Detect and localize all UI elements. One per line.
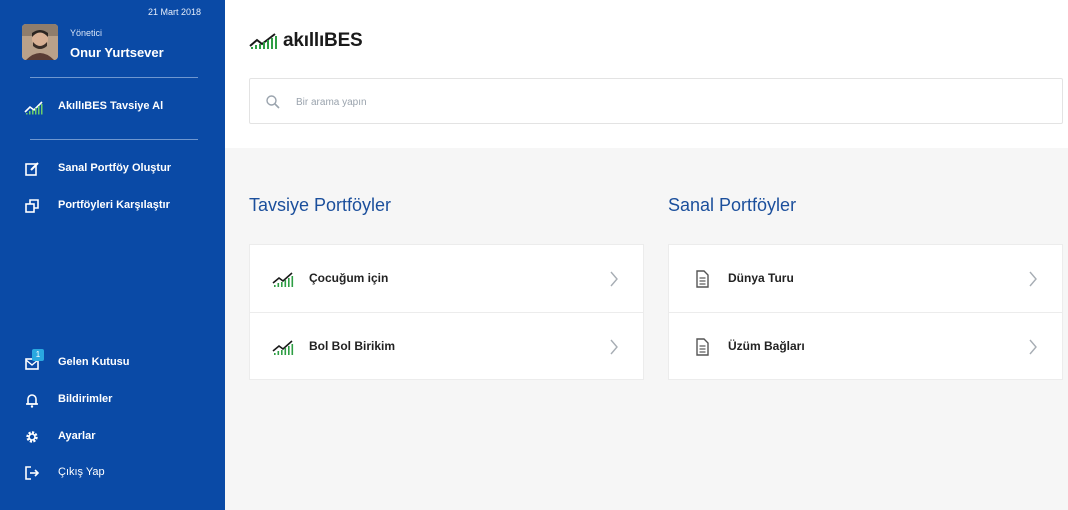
- avatar[interactable]: [22, 24, 58, 60]
- sidebar-item-tavsiye-al[interactable]: AkıllıBES Tavsiye Al: [0, 96, 225, 118]
- section-title-sanal: Sanal Portföyler: [668, 195, 797, 215]
- list-item-label: Bol Bol Birikim: [309, 339, 396, 353]
- list-item[interactable]: Çocuğum için: [250, 245, 643, 312]
- section-title-tavsiye: Tavsiye Portföyler: [249, 195, 392, 215]
- logo-text: akıllıBES: [283, 30, 363, 51]
- sidebar-item-bildirimler[interactable]: Bildirimler: [0, 389, 225, 411]
- logo-chart-icon: [249, 33, 277, 49]
- list-item-label: Dünya Turu: [728, 271, 794, 285]
- sidebar: 21 Mart 2018 Yönetici Onur Yurtsever Akı…: [0, 0, 225, 510]
- document-icon: [696, 270, 709, 288]
- search-input[interactable]: [294, 91, 1038, 113]
- chevron-right-icon: [1029, 339, 1037, 355]
- divider: [30, 139, 198, 140]
- bell-icon: [24, 392, 40, 408]
- gear-icon: [24, 429, 40, 445]
- sidebar-item-gelen-kutusu[interactable]: 1 Gelen Kutusu: [0, 349, 225, 374]
- list-item[interactable]: Üzüm Bağları: [669, 312, 1062, 380]
- sidebar-item-cikis-yap[interactable]: Çıkış Yap: [0, 462, 225, 484]
- sidebar-item-label: Bildirimler: [58, 393, 113, 405]
- recommended-portfolio-list: Çocuğum için Bol Bol Birikim: [249, 244, 644, 380]
- main-content: akıllıBES Tavsiye Portföyler Çocuğum içi…: [225, 0, 1068, 510]
- trend-chart-icon: [24, 99, 43, 115]
- sidebar-item-label: Çıkış Yap: [58, 466, 105, 478]
- trend-chart-icon: [272, 272, 294, 287]
- sidebar-item-label: Gelen Kutusu: [58, 356, 130, 368]
- trend-chart-icon: [272, 340, 294, 355]
- current-date: 21 Mart 2018: [147, 7, 201, 17]
- chevron-right-icon: [610, 339, 618, 355]
- copy-icon: [24, 198, 40, 214]
- sidebar-item-label: Ayarlar: [58, 430, 96, 442]
- app-logo[interactable]: akıllıBES: [249, 30, 363, 52]
- search-bar: [249, 78, 1063, 124]
- edit-icon: [24, 161, 40, 177]
- chevron-right-icon: [610, 271, 618, 287]
- user-name: Onur Yurtsever: [70, 45, 164, 60]
- sidebar-item-label: Portföyleri Karşılaştır: [58, 199, 170, 211]
- sidebar-item-portfoyleri-karsilastir[interactable]: Portföyleri Karşılaştır: [0, 195, 225, 217]
- list-item[interactable]: Dünya Turu: [669, 245, 1062, 312]
- list-item[interactable]: Bol Bol Birikim: [250, 312, 643, 380]
- document-icon: [696, 338, 709, 356]
- list-item-label: Üzüm Bağları: [728, 339, 805, 353]
- sidebar-item-sanal-portfoy-olustur[interactable]: Sanal Portföy Oluştur: [0, 158, 225, 180]
- virtual-portfolio-list: Dünya Turu Üzüm Bağları: [668, 244, 1063, 380]
- header: akıllıBES: [225, 0, 1068, 148]
- divider: [30, 77, 198, 78]
- logout-icon: [24, 465, 40, 481]
- unread-badge: 1: [32, 349, 44, 361]
- sidebar-item-ayarlar[interactable]: Ayarlar: [0, 426, 225, 448]
- chevron-right-icon: [1029, 271, 1037, 287]
- list-item-label: Çocuğum için: [309, 271, 389, 285]
- sidebar-item-label: AkıllıBES Tavsiye Al: [58, 100, 164, 112]
- search-icon: [266, 95, 280, 109]
- user-role: Yönetici: [70, 28, 103, 38]
- inbox-icon: 1: [24, 349, 44, 371]
- sidebar-item-label: Sanal Portföy Oluştur: [58, 162, 172, 174]
